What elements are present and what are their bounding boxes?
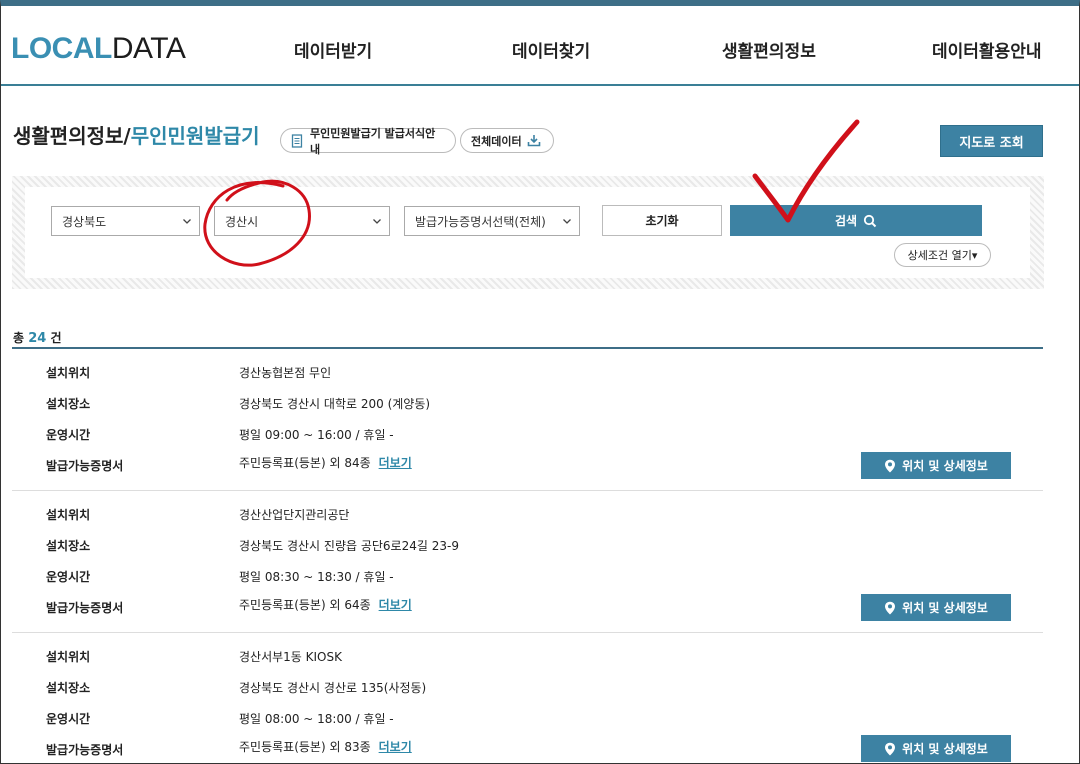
place-label: 설치장소 [46,539,91,553]
download-icon [527,135,540,147]
certificates-text: 주민등록표(등본) 외 64종 [239,598,371,612]
location-detail-button[interactable]: 위치 및 상세정보 [861,735,1011,762]
page-title-prefix: 생활편의정보/ [13,124,131,148]
hours-value: 평일 08:30 ~ 18:30 / 휴일 - [239,570,394,584]
result-count-number: 24 [28,331,47,346]
hours-label: 운영시간 [46,570,91,584]
certificates-text: 주민등록표(등본) 외 83종 [239,740,371,754]
result-count-prefix: 총 [13,331,25,345]
result-divider [12,490,1043,491]
province-select[interactable]: 경상북도 [51,206,200,236]
province-select-value: 경상북도 [62,214,107,229]
certificates-label: 발급가능증명서 [46,601,124,615]
nav-data-search[interactable]: 데이터찾기 [512,37,590,62]
location-detail-button-label: 위치 및 상세정보 [902,459,988,473]
hours-value: 평일 09:00 ~ 16:00 / 휴일 - [239,428,394,442]
location-detail-button-label: 위치 및 상세정보 [902,742,988,756]
result-divider [12,632,1043,633]
location-value: 경산서부1동 KIOSK [239,650,342,664]
nav-living-info[interactable]: 생활편의정보 [722,37,816,62]
certificate-select[interactable]: 발급가능증명서선택(전체) [404,206,580,236]
guide-pill-label: 무인민원발급기 발급서식안내 [309,126,436,156]
search-icon [863,214,877,227]
more-link[interactable]: 더보기 [379,456,412,470]
page-title: 생활편의정보/무인민원발급기 [13,120,260,149]
location-detail-button[interactable]: 위치 및 상세정보 [861,452,1011,479]
certificates-value: 주민등록표(등본) 외 84종 더보기 [239,454,412,471]
place-value: 경상북도 경산시 진량읍 공단6로24길 23-9 [239,539,459,553]
map-pin-icon [885,459,896,472]
place-value: 경상북도 경산시 경산로 135(사정동) [239,681,427,695]
certificate-select-value: 발급가능증명서선택(전체) [415,214,546,229]
certificates-label: 발급가능증명서 [46,459,124,473]
chevron-down-icon [563,219,571,224]
all-data-pill-label: 전체데이터 [471,134,522,148]
reset-button[interactable]: 초기화 [602,205,722,236]
site-header: LOCALDATA 데이터받기 데이터찾기 생활편의정보 데이터활용안내 [1,6,1079,86]
location-value: 경산산업단지관리공단 [239,508,350,522]
site-logo[interactable]: LOCALDATA [11,32,186,66]
certificates-text: 주민등록표(등본) 외 84종 [239,456,371,470]
page-title-accent: 무인민원발급기 [130,124,260,148]
chevron-down-icon [183,219,191,224]
location-value: 경산농협본점 무인 [239,366,332,380]
certificates-label: 발급가능증명서 [46,743,124,757]
location-label: 설치위치 [46,366,91,380]
document-icon [291,133,303,148]
city-select[interactable]: 경산시 [214,206,390,236]
hours-value: 평일 08:00 ~ 18:00 / 휴일 - [239,712,394,726]
place-label: 설치장소 [46,681,91,695]
location-detail-button-label: 위치 및 상세정보 [902,601,988,615]
location-label: 설치위치 [46,650,91,664]
map-pin-icon [885,601,896,614]
more-link[interactable]: 더보기 [379,598,412,612]
location-detail-button[interactable]: 위치 및 상세정보 [861,594,1011,621]
logo-part-data: DATA [111,32,186,65]
certificates-value: 주민등록표(등본) 외 83종 더보기 [239,738,412,755]
certificates-value: 주민등록표(등본) 외 64종 더보기 [239,596,412,613]
hours-label: 운영시간 [46,428,91,442]
city-select-value: 경산시 [225,214,259,229]
logo-part-local: LOCAL [11,32,112,65]
result-count-suffix: 건 [50,331,62,345]
search-button[interactable]: 검색 [730,205,982,236]
chevron-down-icon [373,219,381,224]
hours-label: 운영시간 [46,712,91,726]
place-value: 경상북도 경산시 대학로 200 (계양동) [239,397,431,411]
more-conditions-button[interactable]: 상세조건 열기▾ [894,243,991,267]
more-link[interactable]: 더보기 [379,740,412,754]
result-count: 총 24 건 [13,329,62,346]
all-data-pill-button[interactable]: 전체데이터 [460,128,554,153]
nav-data-guide[interactable]: 데이터활용안내 [932,37,1041,62]
nav-data-download[interactable]: 데이터받기 [294,37,372,62]
map-view-button[interactable]: 지도로 조회 [940,125,1043,157]
guide-pill-button[interactable]: 무인민원발급기 발급서식안내 [280,127,456,156]
page-frame: LOCALDATA 데이터받기 데이터찾기 생활편의정보 데이터활용안내 생활편… [0,0,1080,764]
results-top-rule [12,347,1043,349]
search-button-label: 검색 [834,214,858,228]
map-pin-icon [885,742,896,755]
place-label: 설치장소 [46,397,91,411]
location-label: 설치위치 [46,508,91,522]
